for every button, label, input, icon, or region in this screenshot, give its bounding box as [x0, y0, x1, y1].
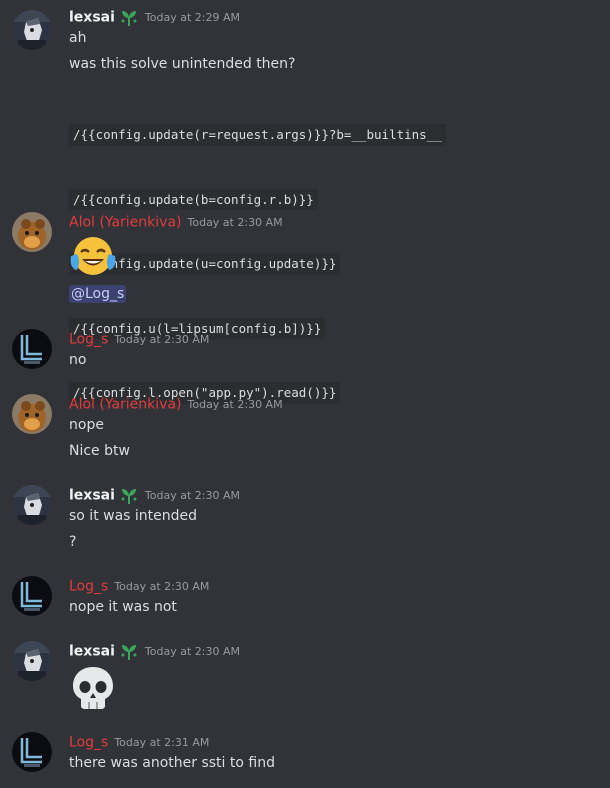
face-with-tears-of-joy-icon	[70, 237, 116, 275]
code-line: /{{config.update(r=request.args)}}?b=__b…	[69, 124, 446, 146]
avatar-lexsai[interactable]	[12, 10, 52, 50]
message-header: Alol (Yarienkiva) Today at 2:30 AM	[69, 212, 283, 232]
username[interactable]: Log_s	[69, 332, 108, 348]
timestamp[interactable]: Today at 2:30 AM	[114, 580, 209, 593]
letter-l-logo-icon	[12, 732, 52, 772]
message-text: Nice btw	[69, 443, 130, 459]
user-mention[interactable]: @Log_s	[69, 285, 127, 303]
timestamp[interactable]: Today at 2:30 AM	[188, 216, 283, 229]
message-text: no	[69, 352, 87, 368]
anime-avatar-icon	[12, 10, 52, 50]
letter-l-logo-icon	[12, 329, 52, 369]
anime-avatar-icon	[12, 641, 52, 681]
emoji-message[interactable]	[69, 234, 117, 282]
anime-avatar-icon	[12, 485, 52, 525]
skull-icon	[73, 667, 113, 709]
emoji-message[interactable]	[69, 664, 117, 716]
sprout-icon[interactable]	[119, 643, 139, 661]
timestamp[interactable]: Today at 2:31 AM	[114, 736, 209, 749]
avatar-lexsai[interactable]	[12, 485, 52, 525]
message-header: lexsai Today at 2:30 AM	[69, 641, 240, 661]
message-text: ah	[69, 30, 87, 46]
message-text: nope	[69, 417, 104, 433]
message-header: lexsai Today at 2:29 AM	[69, 7, 240, 27]
timestamp[interactable]: Today at 2:30 AM	[145, 645, 240, 658]
username[interactable]: Alol (Yarienkiva)	[69, 397, 182, 413]
timestamp[interactable]: Today at 2:30 AM	[114, 333, 209, 346]
avatar-logs[interactable]	[12, 576, 52, 616]
animal-avatar-icon	[12, 394, 52, 434]
message-text: nope it was not	[69, 599, 177, 615]
timestamp[interactable]: Today at 2:30 AM	[145, 489, 240, 502]
message-text: ?	[69, 534, 77, 550]
avatar-logs[interactable]	[12, 329, 52, 369]
message-header: Log_s Today at 2:30 AM	[69, 576, 209, 596]
username[interactable]: Log_s	[69, 735, 108, 751]
timestamp[interactable]: Today at 2:29 AM	[145, 11, 240, 24]
avatar-alol[interactable]	[12, 394, 52, 434]
message-text: was this solve unintended then?	[69, 56, 296, 72]
animal-avatar-icon	[12, 212, 52, 252]
timestamp[interactable]: Today at 2:30 AM	[188, 398, 283, 411]
username[interactable]: Alol (Yarienkiva)	[69, 215, 182, 231]
sprout-icon[interactable]	[119, 487, 139, 505]
message-header: Log_s Today at 2:30 AM	[69, 329, 209, 349]
code-block: /{{config.update(r=request.args)}}?b=__b…	[69, 81, 446, 447]
message-header: lexsai Today at 2:30 AM	[69, 485, 240, 505]
avatar-alol[interactable]	[12, 212, 52, 252]
username[interactable]: lexsai	[69, 644, 115, 660]
username[interactable]: lexsai	[69, 10, 115, 26]
avatar-lexsai[interactable]	[12, 641, 52, 681]
username[interactable]: Log_s	[69, 579, 108, 595]
avatar-logs[interactable]	[12, 732, 52, 772]
username[interactable]: lexsai	[69, 488, 115, 504]
letter-l-logo-icon	[12, 576, 52, 616]
code-line: /{{config.update(b=config.r.b)}}	[69, 188, 318, 210]
message-header: Log_s Today at 2:31 AM	[69, 732, 209, 752]
message-header: Alol (Yarienkiva) Today at 2:30 AM	[69, 394, 283, 414]
message-text: there was another ssti to find	[69, 755, 275, 771]
message-text: so it was intended	[69, 508, 198, 524]
sprout-icon[interactable]	[119, 9, 139, 27]
